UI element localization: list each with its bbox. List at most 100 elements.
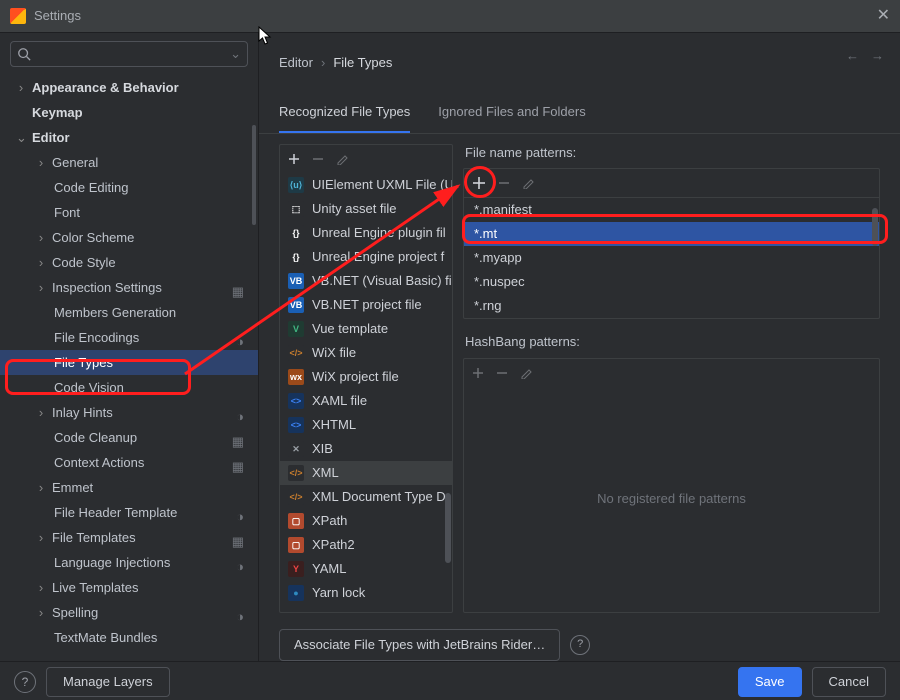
filetype-row[interactable]: ▢XPath2 (280, 533, 452, 557)
sidebar-item-label: File Header Template (54, 504, 177, 522)
chevron-down-icon[interactable]: ⌄ (230, 45, 241, 63)
filetype-label: WiX file (312, 344, 356, 362)
tab-recognized[interactable]: Recognized File Types (279, 103, 410, 133)
search-input[interactable] (35, 44, 230, 64)
sidebar-item-general[interactable]: ›General (0, 150, 258, 175)
filetype-row[interactable]: VVue template (280, 317, 452, 341)
help-icon[interactable]: ? (570, 635, 590, 655)
edit-icon[interactable] (336, 153, 348, 165)
pattern-edit-icon[interactable] (522, 177, 534, 189)
pattern-add-icon[interactable] (472, 176, 486, 190)
filetype-row[interactable]: </>XML Document Type D (280, 485, 452, 509)
pattern-remove-icon[interactable] (498, 177, 510, 189)
sidebar-item-font[interactable]: Font (0, 200, 258, 225)
sidebar-item-editor[interactable]: ⌄Editor (0, 125, 258, 150)
pattern-row[interactable]: *.manifest (464, 198, 879, 222)
filetype-icon: <> (288, 417, 304, 433)
filetype-row[interactable]: ⬚Unity asset file (280, 197, 452, 221)
sidebar-item-textmate-bundles[interactable]: TextMate Bundles (0, 625, 258, 650)
sidebar-item-label: Language Injections (54, 554, 170, 572)
nav-forward-icon[interactable]: → (871, 47, 884, 65)
nav-back-icon[interactable]: ← (846, 47, 859, 65)
hashbang-label: HashBang patterns: (465, 333, 880, 351)
filetype-list[interactable]: ⟨u⟩UIElement UXML File (U⬚Unity asset fi… (280, 173, 452, 612)
sidebar-item-inlay-hints[interactable]: ›Inlay Hints◑ (0, 400, 258, 425)
filetype-icon: {} (288, 249, 304, 265)
filetype-row[interactable]: <>XAML file (280, 389, 452, 413)
sidebar-item-file-header-template[interactable]: File Header Template ◑ (0, 500, 258, 525)
sidebar-item-file-encodings[interactable]: File Encodings◑ (0, 325, 258, 350)
hb-edit-icon[interactable] (520, 367, 532, 379)
sidebar-item-label: Code Style (52, 254, 116, 272)
filetype-row[interactable]: ⟨u⟩UIElement UXML File (U (280, 173, 452, 197)
sidebar-item-keymap[interactable]: Keymap (0, 100, 258, 125)
manage-layers-button[interactable]: Manage Layers (46, 667, 170, 697)
sidebar-item-code-vision[interactable]: Code Vision (0, 375, 258, 400)
sidebar-item-spelling[interactable]: ›Spelling◑ (0, 600, 258, 625)
sidebar-item-live-templates[interactable]: › Live Templates (0, 575, 258, 600)
hb-add-icon[interactable] (472, 367, 484, 379)
filetype-label: Unity asset file (312, 200, 397, 218)
footer-help-icon[interactable]: ? (14, 671, 36, 693)
pattern-row[interactable]: *.myapp (464, 246, 879, 270)
filetype-row[interactable]: YYAML (280, 557, 452, 581)
sidebar-item-code-style[interactable]: ›Code Style (0, 250, 258, 275)
settings-tree: › Appearance & Behavior Keymap⌄Editor›Gene… (0, 75, 258, 661)
cancel-button[interactable]: Cancel (812, 667, 886, 697)
sidebar-item-label: Appearance & Behavior (32, 79, 179, 97)
filetype-icon: ▢ (288, 513, 304, 529)
filetype-row[interactable]: </> WiX file (280, 341, 452, 365)
remove-icon[interactable] (312, 153, 324, 165)
pattern-row[interactable]: *.rng (464, 294, 879, 318)
chevron-icon: › (16, 79, 26, 97)
filetype-row[interactable]: {}Unreal Engine plugin fil (280, 221, 452, 245)
sidebar-item-label: Color Scheme (52, 229, 134, 247)
settings-search[interactable]: ⌄ (10, 41, 248, 67)
filetype-list-panel: ⟨u⟩UIElement UXML File (U⬚Unity asset fi… (279, 144, 453, 613)
filetype-icon: </> (288, 345, 304, 361)
filetype-row[interactable]: VBVB.NET project file (280, 293, 452, 317)
breadcrumb-editor[interactable]: Editor (279, 54, 313, 72)
sidebar-item-color-scheme[interactable]: ›Color Scheme (0, 225, 258, 250)
sidebar-item-emmet[interactable]: ›Emmet (0, 475, 258, 500)
filetype-row[interactable]: <>XHTML (280, 413, 452, 437)
sidebar-item-label: Code Vision (54, 379, 124, 397)
sidebar-item-appearance-behavior[interactable]: › Appearance & Behavior (0, 75, 258, 100)
associate-button[interactable]: Associate File Types with JetBrains Ride… (279, 629, 560, 661)
filetype-row[interactable]: VBVB.NET (Visual Basic) fi (280, 269, 452, 293)
tab-ignored[interactable]: Ignored Files and Folders (438, 103, 585, 133)
filetype-row[interactable]: ✕XIB (280, 437, 452, 461)
sidebar-item-file-types[interactable]: File Types (0, 350, 258, 375)
sidebar-item-context-actions[interactable]: Context Actions▦ (0, 450, 258, 475)
filetype-row[interactable]: wxWiX project file (280, 365, 452, 389)
pattern-row[interactable]: *.mt (464, 222, 879, 246)
scrollbar-thumb[interactable] (445, 493, 451, 563)
sidebar-item-file-templates[interactable]: ›File Templates▦ (0, 525, 258, 550)
sidebar-item-code-cleanup[interactable]: Code Cleanup▦ (0, 425, 258, 450)
filetype-row[interactable]: ●Yarn lock (280, 581, 452, 605)
filetype-row[interactable]: </>XML (280, 461, 452, 485)
hb-remove-icon[interactable] (496, 367, 508, 379)
patterns-list[interactable]: *.manifest*.mt*.myapp*.nuspec*.rng (464, 197, 879, 318)
add-icon[interactable] (288, 153, 300, 165)
close-icon[interactable]: ✕ (877, 5, 890, 27)
pattern-row[interactable]: *.nuspec (464, 270, 879, 294)
sidebar-item-language-injections[interactable]: Language Injections◑ (0, 550, 258, 575)
sidebar-item-label: Inlay Hints (52, 404, 113, 422)
sidebar-item-label: File Encodings (54, 329, 139, 347)
sidebar-item-label: Live Templates (52, 579, 138, 597)
filetype-label: VB.NET project file (312, 296, 422, 314)
scope-badge-icon: ◑ (236, 508, 244, 526)
save-button[interactable]: Save (738, 667, 802, 697)
settings-sidebar: ⌄ › Appearance & Behavior Keymap⌄Editor›Ge… (0, 33, 259, 661)
filetype-row[interactable]: {}Unreal Engine project f (280, 245, 452, 269)
sidebar-item-label: Code Cleanup (54, 429, 137, 447)
sidebar-item-inspection-settings[interactable]: ›Inspection Settings▦ (0, 275, 258, 300)
scrollbar-thumb[interactable] (872, 208, 878, 246)
sidebar-item-label: Emmet (52, 479, 93, 497)
sidebar-item-members-generation[interactable]: Members Generation (0, 300, 258, 325)
sidebar-item-label: Spelling (52, 604, 98, 622)
sidebar-item-code-editing[interactable]: Code Editing (0, 175, 258, 200)
chevron-icon: › (36, 579, 46, 597)
filetype-row[interactable]: ▢XPath (280, 509, 452, 533)
